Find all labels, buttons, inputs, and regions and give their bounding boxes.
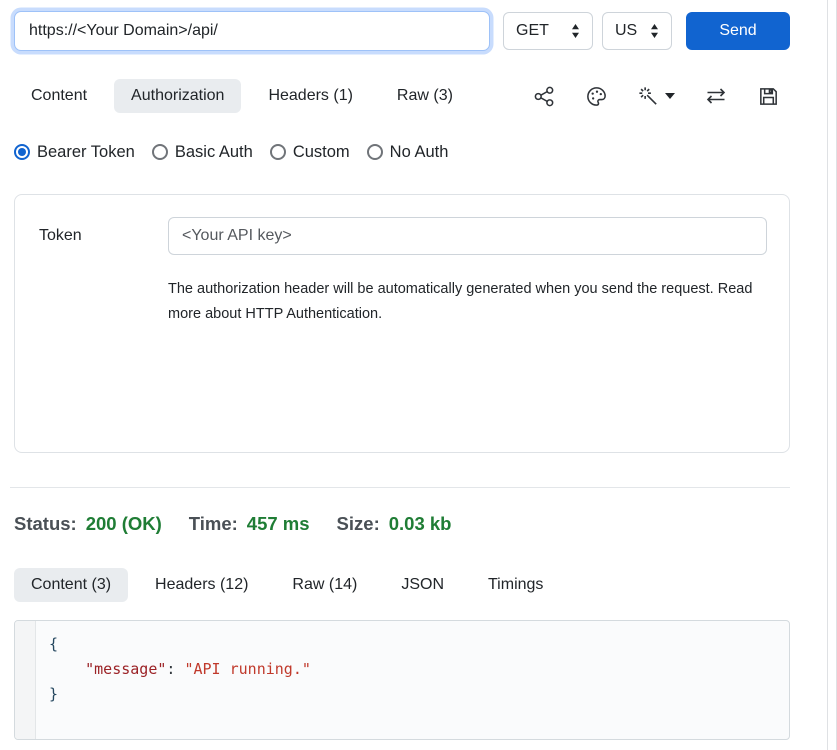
time-item: Time: 457 ms <box>189 513 310 535</box>
magic-wand-dropdown-icon[interactable] <box>637 85 675 108</box>
resp-tab-content[interactable]: Content (3) <box>14 568 128 602</box>
auth-type-options: Bearer Token Basic Auth Custom No Auth <box>14 137 790 167</box>
radio-bearer-token[interactable]: Bearer Token <box>14 143 135 162</box>
tab-content[interactable]: Content <box>14 79 104 113</box>
status-item: Status: 200 (OK) <box>14 513 162 535</box>
resp-tab-raw[interactable]: Raw (14) <box>275 568 374 602</box>
palette-icon[interactable] <box>585 85 608 108</box>
time-value: 457 ms <box>247 513 310 535</box>
token-label: Token <box>39 227 168 245</box>
status-value: 200 (OK) <box>86 513 162 535</box>
region-select[interactable]: US <box>602 12 672 50</box>
request-toolbar <box>533 84 780 108</box>
radio-unselected-icon <box>367 144 383 160</box>
json-colon: : <box>166 660 184 678</box>
resp-tab-headers[interactable]: Headers (12) <box>138 568 265 602</box>
json-indent <box>49 660 85 678</box>
json-value: "API running." <box>184 660 310 678</box>
page-scrollbar[interactable] <box>827 0 837 750</box>
response-body-panel: { "message": "API running." } <box>14 620 790 740</box>
radio-label: Basic Auth <box>175 143 253 162</box>
tab-authorization[interactable]: Authorization <box>114 79 241 113</box>
send-button[interactable]: Send <box>686 12 790 50</box>
save-floppy-icon[interactable] <box>757 85 780 108</box>
method-select[interactable]: GET <box>503 12 593 50</box>
radio-no-auth[interactable]: No Auth <box>367 143 449 162</box>
radio-label: Custom <box>293 143 350 162</box>
section-divider <box>10 487 790 488</box>
token-row: Token <box>39 217 767 255</box>
response-json[interactable]: { "message": "API running." } <box>36 621 789 739</box>
request-tabs-row: Content Authorization Headers (1) Raw (3… <box>14 76 790 116</box>
json-close-brace: } <box>49 685 58 703</box>
code-gutter <box>15 621 36 739</box>
radio-selected-icon <box>14 144 30 160</box>
radio-label: Bearer Token <box>37 143 135 162</box>
share-nodes-icon[interactable] <box>533 85 556 108</box>
select-updown-icon <box>571 24 580 38</box>
tab-raw[interactable]: Raw (3) <box>380 79 470 113</box>
api-client-page: GET US Send Content Authorization Header… <box>0 0 837 740</box>
radio-basic-auth[interactable]: Basic Auth <box>152 143 253 162</box>
token-input[interactable] <box>168 217 767 255</box>
status-label: Status: <box>14 513 77 535</box>
url-input[interactable] <box>14 11 490 51</box>
size-label: Size: <box>337 513 380 535</box>
bearer-token-panel: Token The authorization header will be a… <box>14 194 790 453</box>
transfer-arrows-icon[interactable] <box>704 84 728 108</box>
tab-headers[interactable]: Headers (1) <box>251 79 369 113</box>
wand-caret-down-icon <box>665 93 675 99</box>
select-updown-icon <box>650 24 659 38</box>
response-status-row: Status: 200 (OK) Time: 457 ms Size: 0.03… <box>14 508 790 539</box>
method-select-value: GET <box>516 22 549 40</box>
radio-label: No Auth <box>390 143 449 162</box>
resp-tab-json[interactable]: JSON <box>384 568 461 602</box>
radio-unselected-icon <box>270 144 286 160</box>
radio-unselected-icon <box>152 144 168 160</box>
radio-custom[interactable]: Custom <box>270 143 350 162</box>
size-value: 0.03 kb <box>389 513 452 535</box>
resp-tab-timings[interactable]: Timings <box>471 568 560 602</box>
token-help-text: The authorization header will be automat… <box>168 277 758 327</box>
request-bar: GET US Send <box>14 8 790 54</box>
response-tabs-row: Content (3) Headers (12) Raw (14) JSON T… <box>14 563 790 606</box>
json-open-brace: { <box>49 635 58 653</box>
region-select-value: US <box>615 22 637 40</box>
json-key: "message" <box>85 660 166 678</box>
size-item: Size: 0.03 kb <box>337 513 452 535</box>
time-label: Time: <box>189 513 238 535</box>
